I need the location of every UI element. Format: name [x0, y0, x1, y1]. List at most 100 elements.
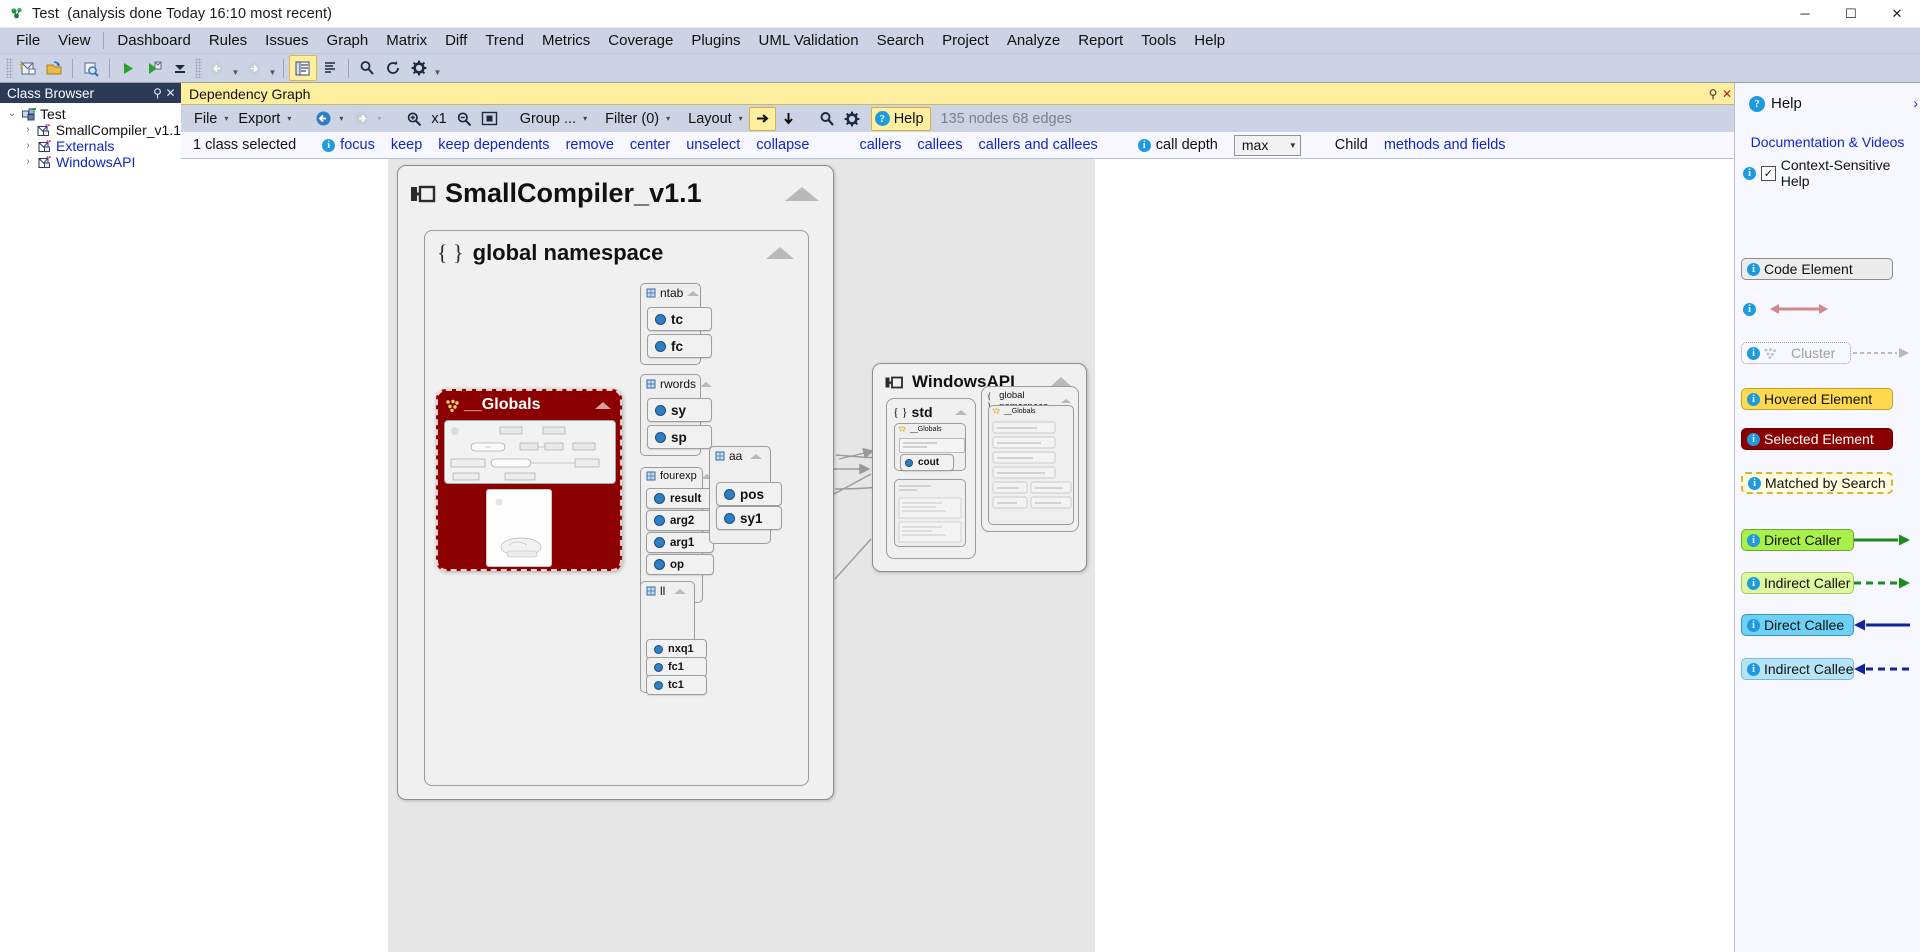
collapse-triangle-icon[interactable] — [595, 401, 611, 409]
legend-hovered-element[interactable]: i Hovered Element — [1741, 388, 1893, 410]
documentation-videos-link[interactable]: Documentation & Videos — [1735, 134, 1920, 150]
menu-item-report[interactable]: Report — [1069, 29, 1132, 52]
legend-matched-by-search[interactable]: i Matched by Search — [1741, 472, 1893, 494]
action-callers[interactable]: callers — [859, 137, 901, 153]
member-node[interactable]: sp — [647, 425, 712, 449]
dependency-graph-tab[interactable]: Dependency Graph ⚲ ✕ — [181, 83, 1734, 105]
pin-icon[interactable]: ⚲ — [151, 86, 164, 100]
info-icon[interactable]: i — [1747, 618, 1760, 632]
class-node-ntab[interactable]: ntab tc fc — [640, 283, 712, 365]
legend-direct-callee[interactable]: i Direct Callee — [1741, 614, 1910, 636]
graph-file-caret[interactable]: ▾ — [221, 114, 234, 123]
info-icon[interactable]: i — [1747, 346, 1760, 360]
run-analysis-icon[interactable] — [115, 56, 141, 80]
legend-code-element[interactable]: i Code Element — [1741, 258, 1893, 280]
menu-item-tools[interactable]: Tools — [1132, 29, 1185, 52]
context-sensitive-help-row[interactable]: i ✓ Context-Sensitive Help — [1735, 157, 1920, 189]
legend-indirect-callee[interactable]: i Indirect Callee — [1741, 658, 1910, 680]
new-project-icon[interactable] — [15, 56, 41, 80]
menu-item-help[interactable]: Help — [1185, 29, 1234, 52]
action-methods-and-fields[interactable]: methods and fields — [1384, 137, 1506, 153]
action-collapse[interactable]: collapse — [756, 137, 809, 153]
member-node[interactable]: tc — [647, 307, 712, 331]
filter-caret[interactable]: ▾ — [663, 114, 676, 123]
zoom-level[interactable]: x1 — [426, 111, 451, 127]
run-analysis-report-icon[interactable] — [141, 56, 167, 80]
legend-direct-caller[interactable]: i Direct Caller — [1741, 529, 1910, 551]
action-center[interactable]: center — [630, 137, 670, 153]
class-node-rwords[interactable]: rwords sy sp — [640, 374, 713, 456]
undo-icon[interactable] — [204, 56, 230, 80]
action-focus[interactable]: focus — [340, 137, 375, 153]
chevron-right-icon[interactable]: › — [20, 138, 36, 154]
chevron-right-icon[interactable]: › — [20, 154, 36, 170]
class-node-ll[interactable]: ll nxq1 fc1 tc1 — [640, 581, 707, 695]
back-dropdown-caret[interactable]: ▾ — [336, 114, 349, 123]
menu-item-uml-validation[interactable]: UML Validation — [750, 29, 868, 52]
class-browser-icon[interactable] — [289, 55, 317, 81]
collapse-triangle-icon[interactable] — [700, 381, 713, 387]
action-callers-and-callees[interactable]: callers and callees — [979, 137, 1098, 153]
class-node-std-globals[interactable]: __Globals cout — [894, 423, 966, 471]
tree-item-externals[interactable]: › Externals — [0, 138, 181, 154]
close-icon[interactable]: ✕ — [164, 86, 177, 100]
info-icon[interactable]: i — [1137, 138, 1151, 152]
info-icon[interactable]: i — [322, 138, 336, 152]
member-node[interactable]: arg2 — [646, 510, 714, 531]
class-node-windowsapi-globals[interactable]: __Globals — [988, 405, 1074, 525]
redo-dropdown-caret[interactable]: ▼ — [267, 53, 278, 83]
action-unselect[interactable]: unselect — [686, 137, 740, 153]
legend-association[interactable]: i — [1743, 302, 1828, 316]
menu-item-analyze[interactable]: Analyze — [998, 29, 1069, 52]
search-icon[interactable] — [354, 56, 380, 80]
info-icon[interactable]: i — [1747, 432, 1760, 446]
graph-canvas[interactable]: SmallCompiler_v1.1 { } global namespace — [181, 159, 1734, 952]
close-button[interactable]: ✕ — [1874, 0, 1920, 27]
action-callees[interactable]: callees — [917, 137, 962, 153]
legend-indirect-caller[interactable]: i Indirect Caller — [1741, 572, 1910, 594]
maximize-button[interactable]: ☐ — [1828, 0, 1874, 27]
toolbar-grip[interactable] — [195, 58, 202, 78]
collapse-triangle-icon[interactable] — [955, 409, 967, 415]
tree-item-test[interactable]: ⌄ Test — [0, 106, 181, 122]
member-node[interactable]: fc — [647, 334, 712, 358]
member-node[interactable]: result — [646, 488, 714, 509]
menu-item-rules[interactable]: Rules — [200, 29, 256, 52]
action-keep-dependents[interactable]: keep dependents — [438, 137, 549, 153]
collapse-triangle-icon[interactable] — [750, 453, 762, 459]
back-arrow-icon[interactable] — [311, 108, 336, 130]
member-node[interactable]: tc1 — [646, 675, 707, 695]
menu-item-trend[interactable]: Trend — [476, 29, 533, 52]
forward-arrow-icon[interactable] — [349, 108, 374, 130]
zoom-in-icon[interactable] — [401, 108, 426, 130]
refresh-icon[interactable] — [380, 56, 406, 80]
graph-export-menu[interactable]: Export — [234, 109, 284, 129]
class-node-std-secondary[interactable] — [894, 479, 966, 547]
assembly-node-smallcompiler[interactable]: SmallCompiler_v1.1 { } global namespace — [397, 165, 834, 800]
pin-icon[interactable]: ⚲ — [1706, 87, 1720, 101]
info-icon[interactable]: i — [1747, 533, 1760, 547]
graph-help-button[interactable]: ? Help — [870, 106, 931, 131]
menu-item-dashboard[interactable]: Dashboard — [108, 29, 199, 52]
menu-item-metrics[interactable]: Metrics — [533, 29, 599, 52]
legend-cluster[interactable]: i Cluster — [1741, 342, 1909, 364]
open-project-icon[interactable] — [41, 56, 67, 80]
member-node[interactable]: nxq1 — [646, 639, 707, 659]
layout-dropdown[interactable]: Layout — [684, 109, 736, 129]
member-node[interactable]: fc1 — [646, 657, 707, 677]
group-dropdown[interactable]: Group ... — [516, 109, 580, 129]
class-node-globals-selected[interactable]: __Globals — [436, 389, 622, 571]
action-remove[interactable]: remove — [566, 137, 614, 153]
collapse-triangle-icon[interactable] — [674, 588, 686, 594]
call-depth-select[interactable]: max ▼ — [1233, 134, 1301, 156]
context-sensitive-help-checkbox[interactable]: ✓ — [1761, 165, 1776, 181]
namespace-node-std[interactable]: { } std __Globals cout — [886, 398, 976, 559]
menu-item-graph[interactable]: Graph — [318, 29, 378, 52]
collapse-triangle-icon[interactable] — [687, 290, 700, 296]
collapse-triangle-icon[interactable] — [785, 186, 819, 201]
namespace-node-windowsapi-global[interactable]: { } global namespace — [981, 386, 1079, 532]
menu-item-plugins[interactable]: Plugins — [682, 29, 749, 52]
member-node[interactable]: pos — [716, 482, 782, 506]
info-icon[interactable]: i — [1747, 392, 1760, 406]
menu-item-coverage[interactable]: Coverage — [599, 29, 682, 52]
